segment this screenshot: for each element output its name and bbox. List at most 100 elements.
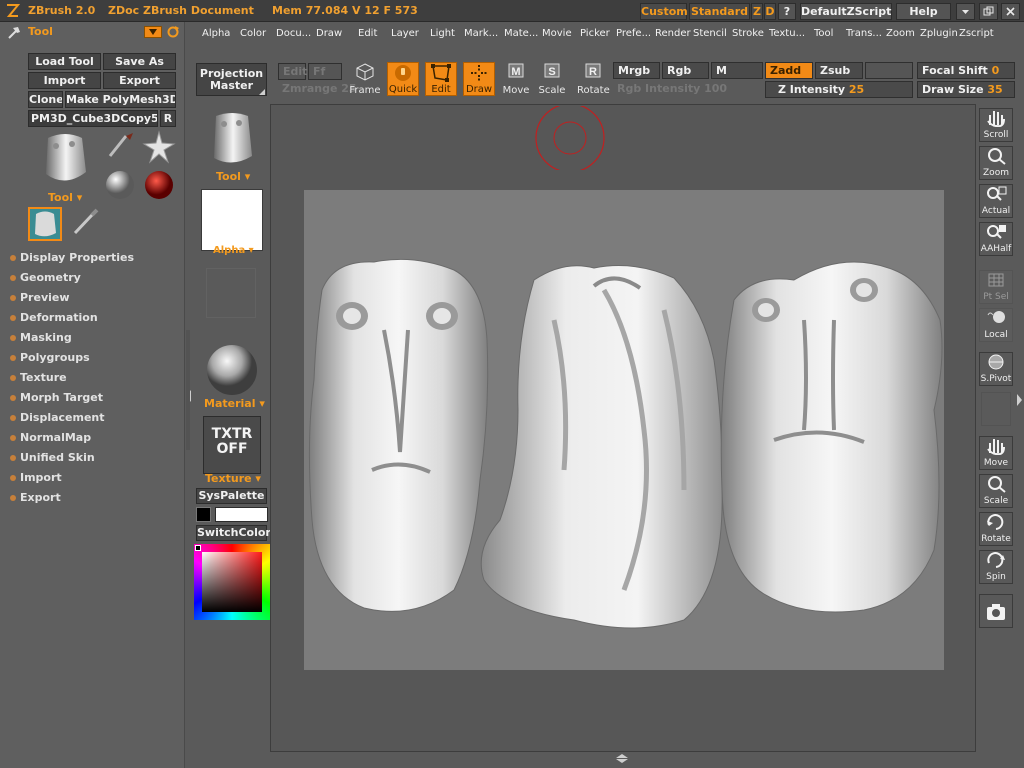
projection-master-button[interactable]: Projection Master	[196, 63, 267, 96]
edit-button[interactable]: Edit	[425, 62, 457, 96]
scroll-button[interactable]: Scroll	[979, 108, 1013, 142]
shelf-texture-thumbnail[interactable]: TXTR OFF	[203, 416, 261, 474]
make-polymesh-button[interactable]: Make PolyMesh3D	[65, 91, 176, 108]
menu-tool[interactable]: Tool	[814, 28, 833, 39]
syspalette-button[interactable]: SysPalette	[196, 488, 267, 504]
shelf-tool-thumbnail[interactable]	[208, 110, 256, 168]
subpalette-preview[interactable]: Preview	[20, 291, 70, 304]
move-button[interactable]: Move	[979, 436, 1013, 470]
aahalf-button[interactable]: AAHalf	[979, 222, 1013, 256]
subpalette-morph-target[interactable]: Morph Target	[20, 391, 103, 404]
zadd-toggle[interactable]: Zadd	[765, 62, 813, 79]
reset-tool-button[interactable]: R	[160, 110, 176, 127]
menu-preferences[interactable]: Prefe...	[616, 28, 651, 39]
z-intensity-slider[interactable]: Z Intensity 25	[765, 81, 913, 98]
ptsel-button[interactable]: Pt Sel	[979, 270, 1013, 304]
subpalette-displacement[interactable]: Displacement	[20, 411, 105, 424]
palette-dropdown-button[interactable]	[144, 26, 162, 38]
snapshot-button[interactable]	[979, 594, 1013, 628]
menu-stroke[interactable]: Stroke	[732, 28, 764, 39]
subpalette-normalmap[interactable]: NormalMap	[20, 431, 91, 444]
subpalette-deformation[interactable]: Deformation	[20, 311, 98, 324]
draw-button[interactable]: Draw	[463, 62, 495, 96]
rgb-intensity-slider[interactable]: Rgb Intensity 100	[613, 81, 763, 98]
subpalette-texture[interactable]: Texture	[20, 371, 67, 384]
palette-refresh-button[interactable]	[166, 25, 180, 39]
main-color-swatch[interactable]	[196, 507, 211, 522]
rotate-button[interactable]: Rotate	[979, 512, 1013, 546]
draw-size-slider[interactable]: Draw Size 35	[917, 81, 1015, 98]
subpalette-unified-skin[interactable]: Unified Skin	[20, 451, 95, 464]
focal-shift-slider[interactable]: Focal Shift 0	[917, 62, 1015, 79]
menu-zoom[interactable]: Zoom	[886, 28, 915, 39]
load-tool-button[interactable]: Load Tool	[28, 53, 101, 70]
tool-thumbnail-sphere[interactable]	[105, 170, 135, 200]
menu-zscript[interactable]: Zscript	[959, 28, 994, 39]
left-panel-scrollbar[interactable]	[186, 330, 190, 450]
m-toggle[interactable]: M	[711, 62, 763, 79]
menu-texture[interactable]: Textu...	[769, 28, 805, 39]
custom-ui-button[interactable]: Custom	[640, 3, 688, 20]
menu-picker[interactable]: Picker	[580, 28, 610, 39]
default-zscript-button[interactable]: DefaultZScript	[800, 3, 892, 20]
frame-button[interactable]: Frame	[349, 62, 381, 96]
tool-thumbnail-red-sphere[interactable]	[144, 170, 174, 200]
dim-ff-toggle[interactable]: Ff	[308, 63, 342, 80]
d-button[interactable]: D	[764, 3, 776, 20]
local-button[interactable]: Local	[979, 308, 1013, 342]
subpalette-polygroups[interactable]: Polygroups	[20, 351, 90, 364]
shelf-material-thumbnail[interactable]	[206, 344, 258, 396]
menu-color[interactable]: Color	[240, 28, 266, 39]
actual-size-button[interactable]: Actual	[979, 184, 1013, 218]
restore-button[interactable]	[979, 3, 998, 20]
subpalette-import[interactable]: Import	[20, 471, 62, 484]
rgb-toggle[interactable]: Rgb	[662, 62, 709, 79]
tool-thumbnail-active[interactable]	[28, 207, 62, 241]
subpalette-geometry[interactable]: Geometry	[20, 271, 81, 284]
minimize-button[interactable]	[956, 3, 975, 20]
current-tool-field[interactable]: PM3D_Cube3DCopy5b	[28, 110, 158, 127]
menu-alpha[interactable]: Alpha	[202, 28, 230, 39]
tool-thumbnail-mesh[interactable]	[40, 130, 90, 188]
scale-mode-button[interactable]: S Scale	[536, 62, 568, 96]
scale-button[interactable]: Scale	[979, 474, 1013, 508]
mrgb-toggle[interactable]: Mrgb	[613, 62, 660, 79]
zoom-button[interactable]: Zoom	[979, 146, 1013, 180]
menu-draw[interactable]: Draw	[316, 28, 342, 39]
switchcolor-button[interactable]: SwitchColor	[196, 525, 271, 541]
z-button[interactable]: Z	[751, 3, 763, 20]
shelf-alpha-swatch[interactable]	[201, 189, 263, 251]
tool-thumbnail-paint[interactable]	[70, 207, 100, 237]
secondary-color-swatch[interactable]	[215, 507, 268, 522]
tool-thumbnail-brush[interactable]	[106, 130, 136, 160]
close-button[interactable]	[1001, 3, 1020, 20]
tool-thumbnail-star[interactable]	[142, 130, 176, 164]
right-tray-collapse-handle[interactable]	[1015, 390, 1023, 410]
menu-marker[interactable]: Mark...	[464, 28, 498, 39]
menu-document[interactable]: Docu...	[276, 28, 311, 39]
menu-stencil[interactable]: Stencil	[693, 28, 727, 39]
standard-ui-button[interactable]: Standard	[689, 3, 750, 20]
menu-render[interactable]: Render	[655, 28, 691, 39]
menu-layer[interactable]: Layer	[391, 28, 419, 39]
quick-button[interactable]: Quick	[387, 62, 419, 96]
rotate-mode-button[interactable]: R Rotate	[577, 62, 610, 96]
subpalette-masking[interactable]: Masking	[20, 331, 72, 344]
color-picker[interactable]	[194, 544, 270, 620]
color-picker-square[interactable]	[202, 552, 262, 612]
menu-transform[interactable]: Trans...	[846, 28, 882, 39]
save-as-button[interactable]: Save As	[103, 53, 176, 70]
dim-edit-toggle[interactable]: Edit	[278, 63, 307, 80]
menu-zplugin[interactable]: Zplugin	[920, 28, 958, 39]
menu-edit[interactable]: Edit	[358, 28, 377, 39]
menu-light[interactable]: Light	[430, 28, 455, 39]
spivot-button[interactable]: S.Pivot	[979, 352, 1013, 386]
subpalette-display-properties[interactable]: Display Properties	[20, 251, 134, 264]
zsub-toggle[interactable]: Zsub	[815, 62, 863, 79]
menu-movie[interactable]: Movie	[542, 28, 572, 39]
zcut-toggle[interactable]	[865, 62, 913, 79]
spin-button[interactable]: Spin	[979, 550, 1013, 584]
canvas-bottom-handle[interactable]	[612, 753, 632, 763]
import-button[interactable]: Import	[28, 72, 101, 89]
quick-help-button[interactable]: ?	[778, 3, 796, 20]
